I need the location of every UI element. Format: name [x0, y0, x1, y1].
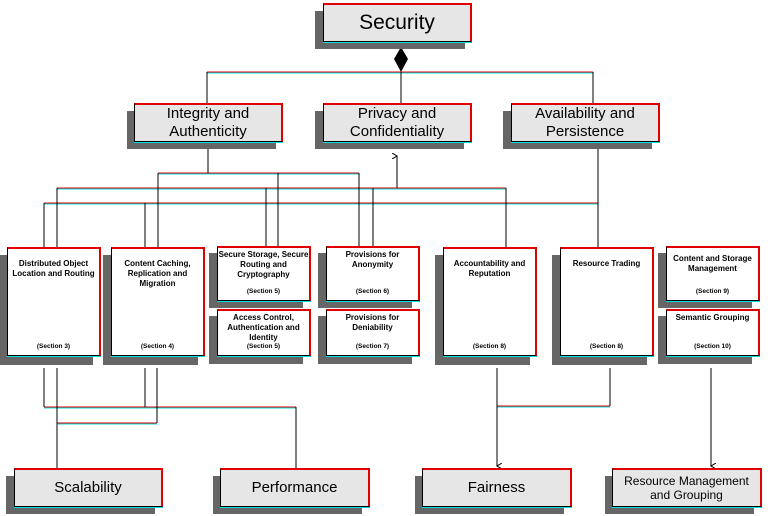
section-label: (Section 6): [355, 288, 390, 295]
node-label: Semantic Grouping: [675, 313, 750, 322]
node-content-storage-management[interactable]: Content and Storage Management (Section 9…: [666, 246, 760, 301]
section-label: (Section 7): [355, 343, 390, 350]
section-label: (Section 10): [694, 343, 731, 350]
section-label: (Section 5): [246, 288, 281, 295]
node-privacy-confidentiality[interactable]: Privacy and Confidentiality: [323, 103, 472, 142]
node-label: Accountability and Reputation: [453, 259, 526, 278]
node-label: Content and Storage Management: [673, 254, 752, 273]
section-label: (Section 8): [472, 343, 507, 350]
section-label: (Section 9): [695, 288, 730, 295]
node-distributed-object-location[interactable]: Distributed Object Location and Routing (…: [7, 247, 101, 356]
node-deniability[interactable]: Provisions for Deniability (Section 7): [326, 309, 420, 356]
section-label: (Section 5): [246, 343, 281, 350]
node-label: Secure Storage, Secure Routing and Crypt…: [218, 250, 309, 279]
node-label: Resource Trading: [572, 259, 641, 268]
node-anonymity[interactable]: Provisions for Anonymity (Section 6): [326, 246, 420, 301]
node-security[interactable]: Security: [323, 3, 472, 42]
section-label: (Section 3): [36, 343, 71, 350]
section-label: (Section 8): [589, 343, 624, 350]
node-integrity-authenticity[interactable]: Integrity and Authenticity: [134, 103, 283, 142]
node-performance[interactable]: Performance: [220, 468, 370, 507]
node-secure-storage[interactable]: Secure Storage, Secure Routing and Crypt…: [217, 246, 311, 301]
composition-diamond-icon: [394, 47, 408, 72]
node-accountability-reputation[interactable]: Accountability and Reputation (Section 8): [443, 247, 537, 356]
node-fairness[interactable]: Fairness: [422, 468, 572, 507]
node-resource-management-grouping[interactable]: Resource Management and Grouping: [612, 468, 762, 507]
node-label: Provisions for Anonymity: [345, 250, 400, 269]
section-label: (Section 4): [140, 343, 175, 350]
node-resource-trading[interactable]: Resource Trading (Section 8): [560, 247, 654, 356]
node-label: Provisions for Deniability: [345, 313, 400, 332]
node-label: Distributed Object Location and Routing: [12, 259, 95, 278]
node-content-caching[interactable]: Content Caching, Replication and Migrati…: [111, 247, 205, 356]
node-availability-persistence[interactable]: Availability and Persistence: [511, 103, 660, 142]
node-label: Content Caching, Replication and Migrati…: [124, 259, 191, 288]
node-access-control[interactable]: Access Control, Authentication and Ident…: [217, 309, 311, 356]
node-label: Access Control, Authentication and Ident…: [227, 313, 300, 342]
node-scalability[interactable]: Scalability: [14, 468, 163, 507]
node-semantic-grouping[interactable]: Semantic Grouping (Section 10): [666, 309, 760, 356]
